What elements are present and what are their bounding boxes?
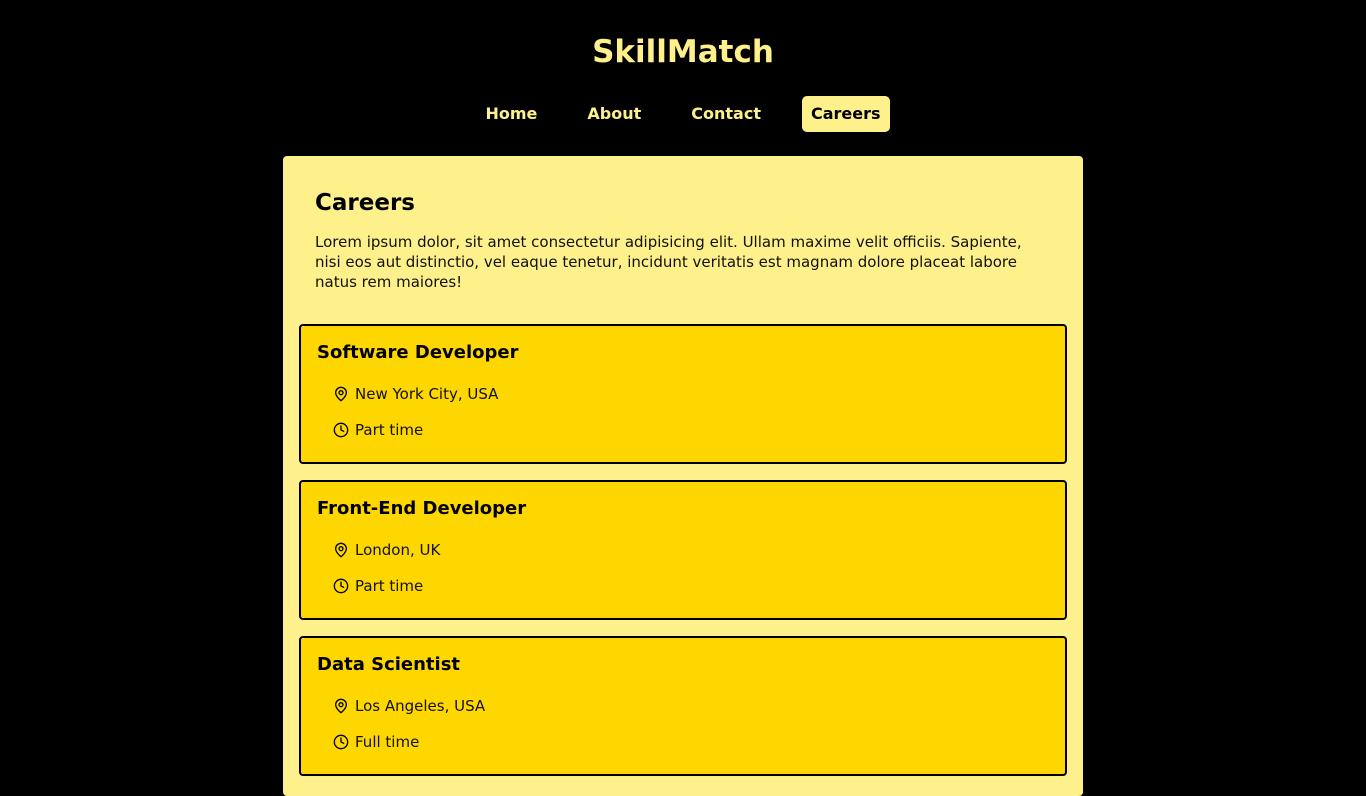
careers-panel: Careers Lorem ipsum dolor, sit amet cons… xyxy=(283,156,1083,796)
job-location: Los Angeles, USA xyxy=(333,688,1049,724)
job-card[interactable]: Front-End Developer London, UK Part time xyxy=(299,480,1067,620)
job-location-text: New York City, USA xyxy=(355,385,499,403)
job-location-text: London, UK xyxy=(355,541,441,559)
job-location-text: Los Angeles, USA xyxy=(355,697,486,715)
job-meta: New York City, USA Part time xyxy=(317,376,1049,448)
map-pin-icon xyxy=(333,542,349,558)
job-title: Data Scientist xyxy=(317,654,461,675)
clock-icon xyxy=(333,422,349,438)
job-type-text: Part time xyxy=(355,421,424,439)
nav-link-home[interactable]: Home xyxy=(476,96,546,132)
job-type: Full time xyxy=(333,724,1049,760)
job-type: Part time xyxy=(333,412,1049,448)
job-card[interactable]: Software Developer New York City, USA Pa… xyxy=(299,324,1067,464)
job-location: New York City, USA xyxy=(333,376,1049,412)
nav-link-careers[interactable]: Careers xyxy=(801,96,890,132)
site-header: SkillMatch Home About Contact Careers xyxy=(0,0,1366,156)
job-meta: London, UK Part time xyxy=(317,532,1049,604)
intro-text: Lorem ipsum dolor, sit amet consectetur … xyxy=(315,233,1022,291)
job-meta: Los Angeles, USA Full time xyxy=(317,688,1049,760)
nav-link-about[interactable]: About xyxy=(578,96,650,132)
job-title: Front-End Developer xyxy=(317,498,527,519)
map-pin-icon xyxy=(333,386,349,402)
job-location: London, UK xyxy=(333,532,1049,568)
job-type-text: Full time xyxy=(355,733,420,751)
job-title: Software Developer xyxy=(317,342,519,363)
clock-icon xyxy=(333,578,349,594)
clock-icon xyxy=(333,734,349,750)
brand-logo[interactable]: SkillMatch xyxy=(0,30,1366,74)
page-title: Careers xyxy=(315,190,415,216)
job-type: Part time xyxy=(333,568,1049,604)
job-list: Software Developer New York City, USA Pa… xyxy=(299,324,1067,776)
map-pin-icon xyxy=(333,698,349,714)
main-nav: Home About Contact Careers xyxy=(0,96,1366,132)
job-card[interactable]: Data Scientist Los Angeles, USA Full tim… xyxy=(299,636,1067,776)
job-type-text: Part time xyxy=(355,577,424,595)
nav-link-contact[interactable]: Contact xyxy=(682,96,770,132)
